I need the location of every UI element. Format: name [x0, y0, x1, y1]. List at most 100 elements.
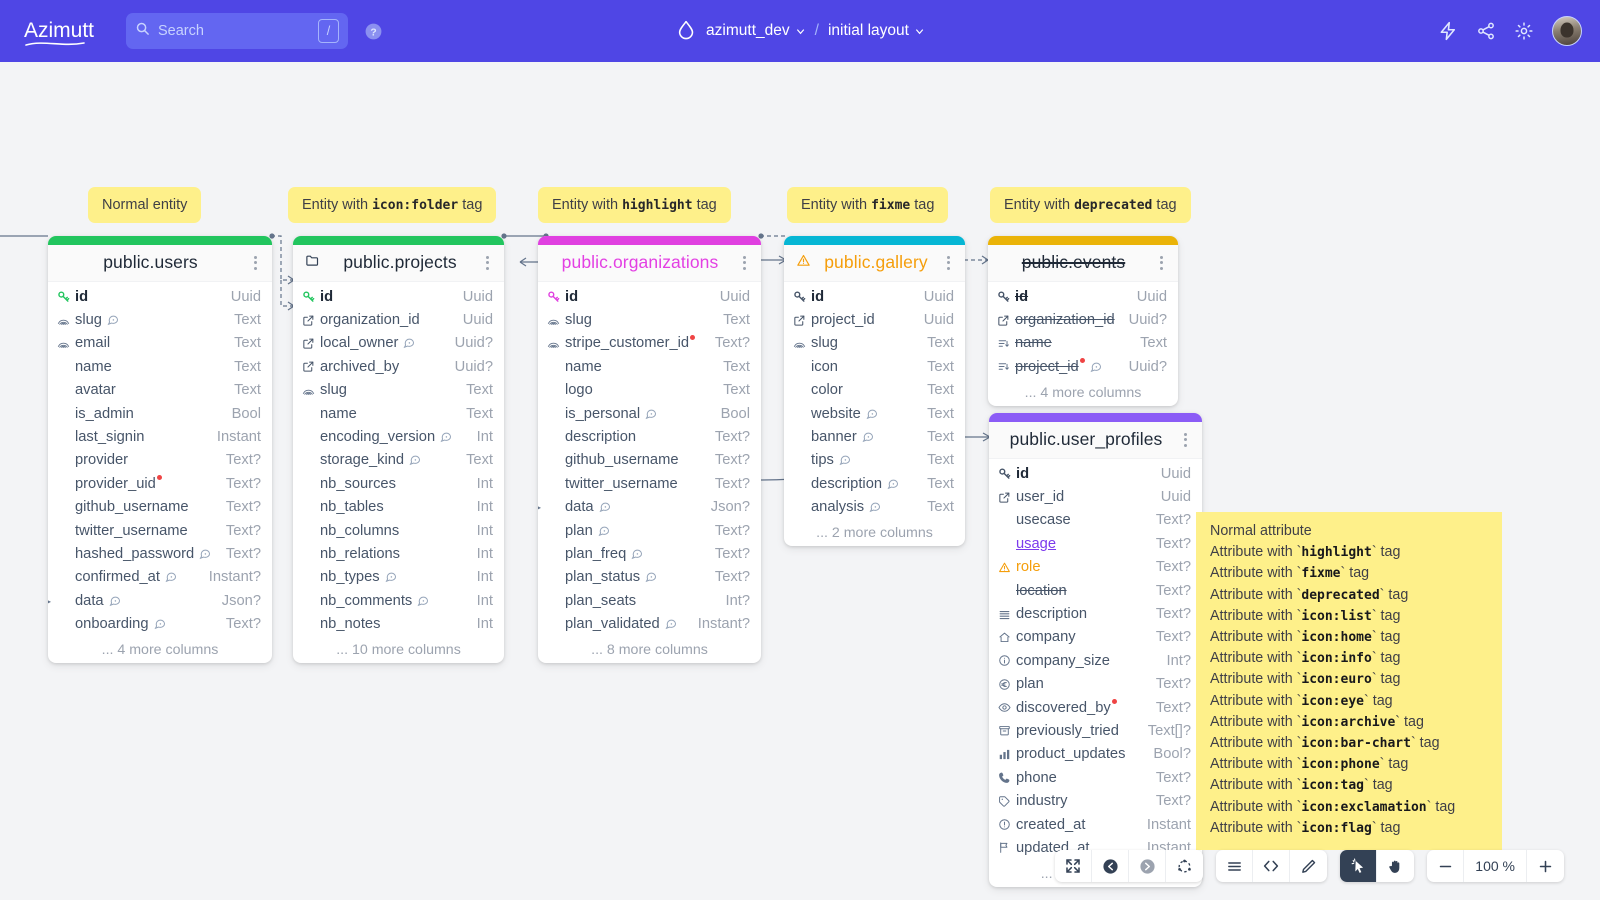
search-input[interactable]: Search /: [126, 13, 348, 49]
entity-menu-button[interactable]: [941, 256, 955, 270]
more-columns-label[interactable]: ... 4 more columns: [48, 640, 272, 663]
help-icon[interactable]: ?: [364, 22, 383, 41]
attribute-row[interactable]: is_adminBool: [48, 402, 272, 425]
attribute-row[interactable]: plan_statusText?: [538, 566, 761, 589]
attribute-row[interactable]: nb_sourcesInt: [293, 472, 504, 495]
zoom-level-value[interactable]: 100 %: [1464, 850, 1527, 882]
more-columns-label[interactable]: ... 8 more columns: [538, 640, 761, 663]
attribute-row[interactable]: discovered_byText?: [989, 696, 1202, 719]
attribute-row[interactable]: nameText: [988, 332, 1178, 355]
attribute-row[interactable]: previously_triedText[]?: [989, 719, 1202, 742]
diagram-canvas[interactable]: Normal entity Entity with icon:folder ta…: [0, 62, 1600, 900]
attribute-row[interactable]: plan_validatedInstant?: [538, 612, 761, 635]
comment-icon[interactable]: [866, 408, 878, 420]
comment-icon[interactable]: [887, 478, 899, 490]
comment-icon[interactable]: [409, 454, 421, 466]
attribute-row[interactable]: ▸dataJson?: [538, 496, 761, 519]
share-icon[interactable]: [1476, 21, 1496, 41]
zoom-in-button[interactable]: [1527, 850, 1564, 882]
comment-icon[interactable]: [154, 618, 166, 630]
attribute-row[interactable]: nb_tablesInt: [293, 496, 504, 519]
auto-layout-button[interactable]: [1166, 850, 1203, 882]
attribute-row[interactable]: plan_freqText?: [538, 542, 761, 565]
edit-button[interactable]: [1290, 850, 1327, 882]
entity-menu-button[interactable]: [480, 256, 494, 270]
entity-header[interactable]: public.projects: [293, 245, 504, 282]
attribute-row[interactable]: idUuid: [988, 285, 1178, 308]
attribute-row[interactable]: idUuid: [538, 285, 761, 308]
more-columns-label[interactable]: ... 10 more columns: [293, 640, 504, 663]
entity-header[interactable]: public.user_profiles: [989, 422, 1202, 459]
attribute-row[interactable]: onboardingText?: [48, 612, 272, 635]
breadcrumb-layout[interactable]: initial layout: [828, 22, 925, 40]
comment-icon[interactable]: [645, 571, 657, 583]
attribute-row[interactable]: nb_columnsInt: [293, 519, 504, 542]
attribute-row[interactable]: tipsText: [784, 449, 965, 472]
entity-gallery[interactable]: public.galleryidUuidproject_idUuidslugTe…: [784, 236, 965, 546]
pan-hand-button[interactable]: [1377, 850, 1414, 882]
attribute-row[interactable]: twitter_usernameText?: [538, 472, 761, 495]
attribute-row[interactable]: nb_commentsInt: [293, 589, 504, 612]
attribute-row[interactable]: ▸dataJson?: [48, 589, 272, 612]
brand-logo[interactable]: Azimutt: [18, 13, 114, 49]
attribute-row[interactable]: company_sizeInt?: [989, 649, 1202, 672]
entity-menu-button[interactable]: [248, 256, 262, 270]
attribute-row[interactable]: roleText?: [989, 556, 1202, 579]
attribute-row[interactable]: planText?: [989, 673, 1202, 696]
select-cursor-button[interactable]: [1340, 850, 1377, 882]
chevron-right-icon[interactable]: ▸: [538, 500, 541, 514]
attribute-row[interactable]: idUuid: [784, 285, 965, 308]
code-panel-button[interactable]: [1253, 850, 1290, 882]
comment-icon[interactable]: [598, 525, 610, 537]
fit-to-screen-button[interactable]: [1055, 850, 1092, 882]
attribute-row[interactable]: storage_kindText: [293, 449, 504, 472]
attribute-row[interactable]: idUuid: [48, 285, 272, 308]
attribute-row[interactable]: analysisText: [784, 496, 965, 519]
attribute-row[interactable]: product_updatesBool?: [989, 743, 1202, 766]
attribute-row[interactable]: created_atInstant: [989, 813, 1202, 836]
comment-icon[interactable]: [109, 595, 121, 607]
entity-header[interactable]: public.users: [48, 245, 272, 282]
attribute-row[interactable]: slugText: [784, 332, 965, 355]
attribute-row[interactable]: nameText: [538, 355, 761, 378]
attribute-row[interactable]: colorText: [784, 379, 965, 402]
attribute-row[interactable]: nb_relationsInt: [293, 542, 504, 565]
entity-header[interactable]: public.organizations: [538, 245, 761, 282]
attribute-row[interactable]: industryText?: [989, 789, 1202, 812]
attribute-row[interactable]: idUuid: [989, 462, 1202, 485]
comment-icon[interactable]: [631, 548, 643, 560]
entity-menu-button[interactable]: [1178, 433, 1192, 447]
avatar[interactable]: [1552, 16, 1582, 46]
attribute-row[interactable]: descriptionText: [784, 472, 965, 495]
attribute-row[interactable]: hashed_passwordText?: [48, 542, 272, 565]
entity-menu-button[interactable]: [1154, 256, 1168, 270]
attribute-row[interactable]: project_idUuid?: [988, 355, 1178, 378]
comment-icon[interactable]: [165, 571, 177, 583]
attribute-row[interactable]: usecaseText?: [989, 509, 1202, 532]
comment-icon[interactable]: [417, 595, 429, 607]
gear-icon[interactable]: [1514, 21, 1534, 41]
attribute-row[interactable]: providerText?: [48, 449, 272, 472]
comment-icon[interactable]: [869, 501, 881, 513]
comment-icon[interactable]: [599, 501, 611, 513]
attribute-row[interactable]: nb_typesInt: [293, 566, 504, 589]
comment-icon[interactable]: [385, 571, 397, 583]
comment-icon[interactable]: [665, 618, 677, 630]
comment-icon[interactable]: [645, 408, 657, 420]
attribute-row[interactable]: emailText: [48, 332, 272, 355]
attribute-row[interactable]: github_usernameText?: [538, 449, 761, 472]
entity-projects[interactable]: public.projects idUuidorganization_idUuid…: [293, 236, 504, 663]
attribute-row[interactable]: organization_idUuid?: [988, 308, 1178, 331]
attribute-row[interactable]: organization_idUuid: [293, 308, 504, 331]
list-panel-button[interactable]: [1216, 850, 1253, 882]
attribute-row[interactable]: slugText: [538, 308, 761, 331]
attribute-row[interactable]: bannerText: [784, 425, 965, 448]
attribute-row[interactable]: stripe_customer_idText?: [538, 332, 761, 355]
comment-icon[interactable]: [839, 454, 851, 466]
attribute-row[interactable]: phoneText?: [989, 766, 1202, 789]
comment-icon[interactable]: [1090, 361, 1102, 373]
attribute-row[interactable]: is_personalBool: [538, 402, 761, 425]
attribute-row[interactable]: idUuid: [293, 285, 504, 308]
attribute-row[interactable]: local_ownerUuid?: [293, 332, 504, 355]
more-columns-label[interactable]: ... 4 more columns: [988, 383, 1178, 406]
